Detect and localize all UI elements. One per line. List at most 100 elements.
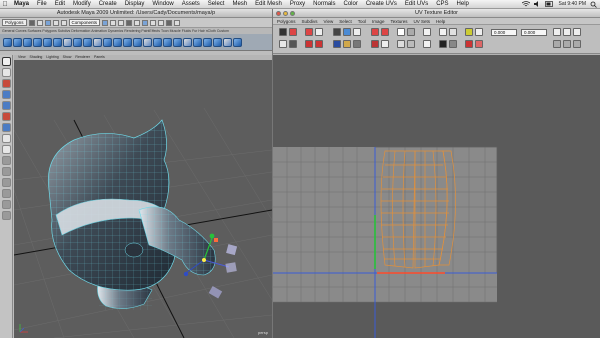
menu-edit-mesh[interactable]: Edit Mesh [251,0,286,9]
uv-normalize-icon[interactable] [381,40,389,48]
channel-box-icon[interactable] [166,19,173,26]
shelf-cylinder-icon[interactable] [23,37,32,47]
layout-hypershade-icon[interactable] [1,200,11,209]
snap-surface-icon[interactable] [126,19,133,26]
lasso-tool-icon[interactable] [1,68,11,77]
menu-edit[interactable]: Edit [51,0,69,9]
shelf-torus-icon[interactable] [53,37,62,47]
shelf-append-icon[interactable] [143,37,152,47]
uv-move-icon[interactable] [289,28,297,36]
layout-persp-outliner-icon[interactable] [1,178,11,187]
uv-channels-icon[interactable] [475,28,483,36]
shelf-tab-animation[interactable]: Animation [91,28,107,34]
uv-grid-icon[interactable] [333,28,341,36]
uv-shaded-icon[interactable] [407,28,415,36]
shelf-mirror-icon[interactable] [113,37,122,47]
uv-menu-textures[interactable]: Textures [391,18,408,24]
shelf-plane-icon[interactable] [43,37,52,47]
scale-tool-icon[interactable] [1,112,11,121]
shelf-tab-toon[interactable]: Toon [161,28,169,34]
uv-isolate-icon[interactable] [449,40,457,48]
layout-persp-graph-icon[interactable] [1,189,11,198]
uv-cut-icon[interactable] [305,40,313,48]
layout-uv-icon[interactable] [1,211,11,220]
menu-display[interactable]: Display [121,0,149,9]
uv-distortion-icon[interactable] [407,40,415,48]
uv-rotate-ccw-icon[interactable] [305,28,313,36]
shelf-planar-map-icon[interactable] [193,37,202,47]
menu-mesh[interactable]: Mesh [228,0,251,9]
shelf-tab-fur[interactable]: Fur [192,28,197,34]
uv-refresh-icon[interactable] [553,28,561,36]
ipr-icon[interactable] [150,19,157,26]
volume-icon[interactable] [534,1,541,7]
shelf-separate-icon[interactable] [73,37,82,47]
uv-canvas[interactable] [273,55,600,338]
wifi-icon[interactable] [522,1,531,7]
shelf-cylindrical-map-icon[interactable] [203,37,212,47]
uv-grid-toggle-icon[interactable] [439,28,447,36]
shelf-uv-editor-icon[interactable] [233,37,242,47]
shelf-extract-icon[interactable] [83,37,92,47]
snap-curve-icon[interactable] [110,19,117,26]
menu-create[interactable]: Create [95,0,121,9]
menu-modify[interactable]: Modify [69,0,95,9]
manipulator-tool-icon[interactable] [1,123,11,132]
uv-align-icon[interactable] [343,40,351,48]
uv-paste-v-icon[interactable] [573,40,581,48]
shelf-tab-ncloth[interactable]: nCloth [206,28,216,34]
u-value-field[interactable]: 0.000 [491,29,517,36]
shelf-insert-loop-icon[interactable] [163,37,172,47]
menu-create-uvs[interactable]: Create UVs [362,0,401,9]
uv-menu-help[interactable]: Help [436,18,445,24]
uv-menu-view[interactable]: View [324,18,334,24]
shelf-sphere-icon[interactable] [3,37,12,47]
uv-dim-image-icon[interactable] [423,40,431,48]
move-tool-icon[interactable] [1,90,11,99]
uv-menu-image[interactable]: Image [372,18,385,24]
shelf-bridge-icon[interactable] [133,37,142,47]
shelf-extrude-icon[interactable] [123,37,132,47]
shelf-boolean-icon[interactable] [103,37,112,47]
shelf-tab-dynamics[interactable]: Dynamics [108,28,123,34]
uv-paste-icon[interactable] [573,28,581,36]
uv-sew-icon[interactable] [315,40,323,48]
uv-flip-u-icon[interactable] [279,40,287,48]
uv-menu-subdivs[interactable]: Subdivs [302,18,318,24]
battery-icon[interactable] [545,1,554,7]
uv-scale-icon[interactable] [371,40,379,48]
shelf-combine-icon[interactable] [63,37,72,47]
zoom-icon[interactable] [290,11,295,16]
uv-select-icon[interactable] [279,28,287,36]
snap-grid-icon[interactable] [102,19,109,26]
shelf-cube-icon[interactable] [13,37,22,47]
shelf-tab-surfaces[interactable]: Surfaces [28,28,42,34]
menu-window[interactable]: Window [148,0,177,9]
shelf-auto-map-icon[interactable] [223,37,232,47]
uv-unfold-icon[interactable] [343,28,351,36]
shelf-split-icon[interactable] [153,37,162,47]
menu-color[interactable]: Color [340,0,362,9]
shelf-tab-polygons[interactable]: Polygons [42,28,56,34]
uv-wire-icon[interactable] [397,28,405,36]
shelf-tab-muscle[interactable]: Muscle [170,28,181,34]
shelf-cone-icon[interactable] [33,37,42,47]
uv-shade-icon[interactable] [439,40,447,48]
render-icon[interactable] [142,19,149,26]
v-value-field[interactable]: 0.000 [521,29,547,36]
render-settings-icon[interactable] [158,19,165,26]
paint-select-tool-icon[interactable] [1,79,11,88]
uv-layout-icon[interactable] [353,28,361,36]
shelf-tab-curves[interactable]: Curves [15,28,26,34]
snap-point-icon[interactable] [118,19,125,26]
menu-file[interactable]: File [33,0,51,9]
shelf-tab-deformation[interactable]: Deformation [71,28,90,34]
uv-pixel-snap-icon[interactable] [449,28,457,36]
menu-assets[interactable]: Assets [178,0,204,9]
uv-checker-icon[interactable] [397,40,405,48]
menu-cps[interactable]: CPS [432,0,452,9]
shelf-merge-icon[interactable] [173,37,182,47]
shelf-tab-general[interactable]: General [2,28,14,34]
mode-selector[interactable]: Polygons [2,19,27,26]
menu-edit-uvs[interactable]: Edit UVs [401,0,432,9]
